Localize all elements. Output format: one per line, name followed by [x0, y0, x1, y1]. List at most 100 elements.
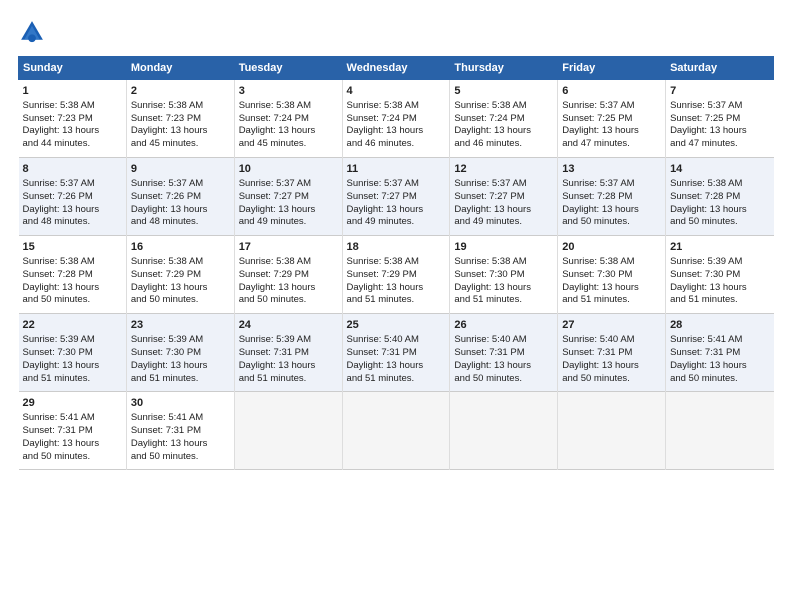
day-cell: 10Sunrise: 5:37 AMSunset: 7:27 PMDayligh… [234, 158, 342, 236]
day-cell: 27Sunrise: 5:40 AMSunset: 7:31 PMDayligh… [558, 314, 666, 392]
day-info: Sunset: 7:28 PM [23, 269, 122, 282]
day-cell: 30Sunrise: 5:41 AMSunset: 7:31 PMDayligh… [126, 392, 234, 470]
day-cell: 1Sunrise: 5:38 AMSunset: 7:23 PMDaylight… [19, 80, 127, 158]
day-number: 19 [454, 240, 553, 255]
day-info: and 47 minutes. [562, 138, 661, 151]
day-info: Daylight: 13 hours [670, 282, 769, 295]
day-info: Sunrise: 5:37 AM [454, 178, 553, 191]
col-header-saturday: Saturday [666, 57, 774, 80]
day-number: 15 [23, 240, 122, 255]
day-info: and 51 minutes. [23, 373, 122, 386]
day-info: Sunset: 7:26 PM [23, 191, 122, 204]
day-info: Sunset: 7:31 PM [562, 347, 661, 360]
day-number: 20 [562, 240, 661, 255]
day-info: and 50 minutes. [239, 294, 338, 307]
day-number: 26 [454, 318, 553, 333]
week-row-3: 15Sunrise: 5:38 AMSunset: 7:28 PMDayligh… [19, 236, 774, 314]
day-info: and 50 minutes. [454, 373, 553, 386]
day-info: Daylight: 13 hours [131, 282, 230, 295]
day-info: Daylight: 13 hours [23, 282, 122, 295]
day-number: 25 [347, 318, 446, 333]
day-cell: 11Sunrise: 5:37 AMSunset: 7:27 PMDayligh… [342, 158, 450, 236]
day-info: Sunrise: 5:38 AM [347, 100, 446, 113]
calendar-header: SundayMondayTuesdayWednesdayThursdayFrid… [19, 57, 774, 80]
day-info: Sunrise: 5:38 AM [131, 100, 230, 113]
day-info: and 51 minutes. [562, 294, 661, 307]
day-cell [234, 392, 342, 470]
day-cell: 20Sunrise: 5:38 AMSunset: 7:30 PMDayligh… [558, 236, 666, 314]
day-info: Daylight: 13 hours [347, 360, 446, 373]
day-info: Sunset: 7:24 PM [454, 113, 553, 126]
day-info: Sunrise: 5:41 AM [670, 334, 769, 347]
day-info: Sunrise: 5:38 AM [562, 256, 661, 269]
day-number: 18 [347, 240, 446, 255]
day-info: and 51 minutes. [239, 373, 338, 386]
col-header-tuesday: Tuesday [234, 57, 342, 80]
logo-icon [18, 18, 46, 46]
day-info: Sunset: 7:23 PM [23, 113, 122, 126]
day-info: Sunrise: 5:37 AM [131, 178, 230, 191]
day-info: and 49 minutes. [239, 216, 338, 229]
day-number: 4 [347, 84, 446, 99]
day-cell: 13Sunrise: 5:37 AMSunset: 7:28 PMDayligh… [558, 158, 666, 236]
col-header-sunday: Sunday [19, 57, 127, 80]
day-info: Daylight: 13 hours [239, 282, 338, 295]
day-number: 9 [131, 162, 230, 177]
day-info: and 49 minutes. [454, 216, 553, 229]
day-info: Sunset: 7:31 PM [347, 347, 446, 360]
day-info: Sunrise: 5:38 AM [23, 256, 122, 269]
day-info: Sunrise: 5:39 AM [131, 334, 230, 347]
col-header-thursday: Thursday [450, 57, 558, 80]
day-info: Sunrise: 5:38 AM [347, 256, 446, 269]
day-info: Sunset: 7:29 PM [131, 269, 230, 282]
day-cell: 12Sunrise: 5:37 AMSunset: 7:27 PMDayligh… [450, 158, 558, 236]
day-info: and 46 minutes. [454, 138, 553, 151]
day-info: and 51 minutes. [347, 373, 446, 386]
day-info: and 50 minutes. [562, 216, 661, 229]
day-info: Sunset: 7:28 PM [670, 191, 769, 204]
day-info: Sunset: 7:25 PM [670, 113, 769, 126]
day-number: 13 [562, 162, 661, 177]
day-info: Daylight: 13 hours [454, 360, 553, 373]
col-header-friday: Friday [558, 57, 666, 80]
col-header-monday: Monday [126, 57, 234, 80]
day-info: Sunrise: 5:37 AM [23, 178, 122, 191]
day-info: and 50 minutes. [131, 294, 230, 307]
day-number: 16 [131, 240, 230, 255]
day-cell: 23Sunrise: 5:39 AMSunset: 7:30 PMDayligh… [126, 314, 234, 392]
day-info: Daylight: 13 hours [239, 360, 338, 373]
day-info: and 45 minutes. [131, 138, 230, 151]
day-info: and 51 minutes. [670, 294, 769, 307]
day-number: 24 [239, 318, 338, 333]
day-info: and 50 minutes. [131, 451, 230, 464]
day-info: Daylight: 13 hours [562, 204, 661, 217]
day-info: Sunrise: 5:40 AM [562, 334, 661, 347]
day-info: Daylight: 13 hours [670, 125, 769, 138]
day-cell: 25Sunrise: 5:40 AMSunset: 7:31 PMDayligh… [342, 314, 450, 392]
week-row-4: 22Sunrise: 5:39 AMSunset: 7:30 PMDayligh… [19, 314, 774, 392]
calendar-table: SundayMondayTuesdayWednesdayThursdayFrid… [18, 56, 774, 470]
day-info: and 45 minutes. [239, 138, 338, 151]
day-cell: 21Sunrise: 5:39 AMSunset: 7:30 PMDayligh… [666, 236, 774, 314]
day-info: and 51 minutes. [454, 294, 553, 307]
day-cell [342, 392, 450, 470]
day-number: 7 [670, 84, 769, 99]
day-number: 28 [670, 318, 769, 333]
day-cell: 7Sunrise: 5:37 AMSunset: 7:25 PMDaylight… [666, 80, 774, 158]
day-cell: 26Sunrise: 5:40 AMSunset: 7:31 PMDayligh… [450, 314, 558, 392]
day-info: Sunset: 7:29 PM [347, 269, 446, 282]
day-info: and 47 minutes. [670, 138, 769, 151]
day-number: 22 [23, 318, 122, 333]
day-info: Sunrise: 5:38 AM [23, 100, 122, 113]
day-info: Sunrise: 5:37 AM [239, 178, 338, 191]
day-cell: 8Sunrise: 5:37 AMSunset: 7:26 PMDaylight… [19, 158, 127, 236]
day-info: Daylight: 13 hours [670, 360, 769, 373]
day-info: Daylight: 13 hours [454, 125, 553, 138]
day-info: Daylight: 13 hours [23, 204, 122, 217]
day-info: Daylight: 13 hours [131, 360, 230, 373]
day-info: Sunset: 7:25 PM [562, 113, 661, 126]
page: SundayMondayTuesdayWednesdayThursdayFrid… [0, 0, 792, 612]
day-info: Daylight: 13 hours [347, 282, 446, 295]
day-number: 10 [239, 162, 338, 177]
day-info: Daylight: 13 hours [131, 125, 230, 138]
